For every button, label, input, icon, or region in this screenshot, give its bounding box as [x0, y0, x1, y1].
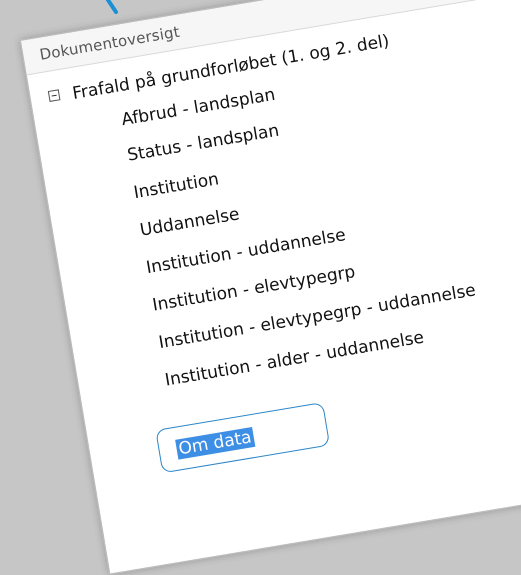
- tree-item-label: Institution: [132, 169, 221, 204]
- collapse-icon[interactable]: [47, 89, 61, 102]
- tree-item-label: Status - landsplan: [125, 120, 281, 166]
- document-overview-panel: Dokumentoversigt Frafald på grundforløbe…: [20, 0, 521, 575]
- tree-item-label: Uddannelse: [138, 204, 241, 241]
- tree-item-uddannelse[interactable]: Uddannelse: [138, 203, 241, 241]
- tree-item-institution[interactable]: Institution: [132, 168, 220, 204]
